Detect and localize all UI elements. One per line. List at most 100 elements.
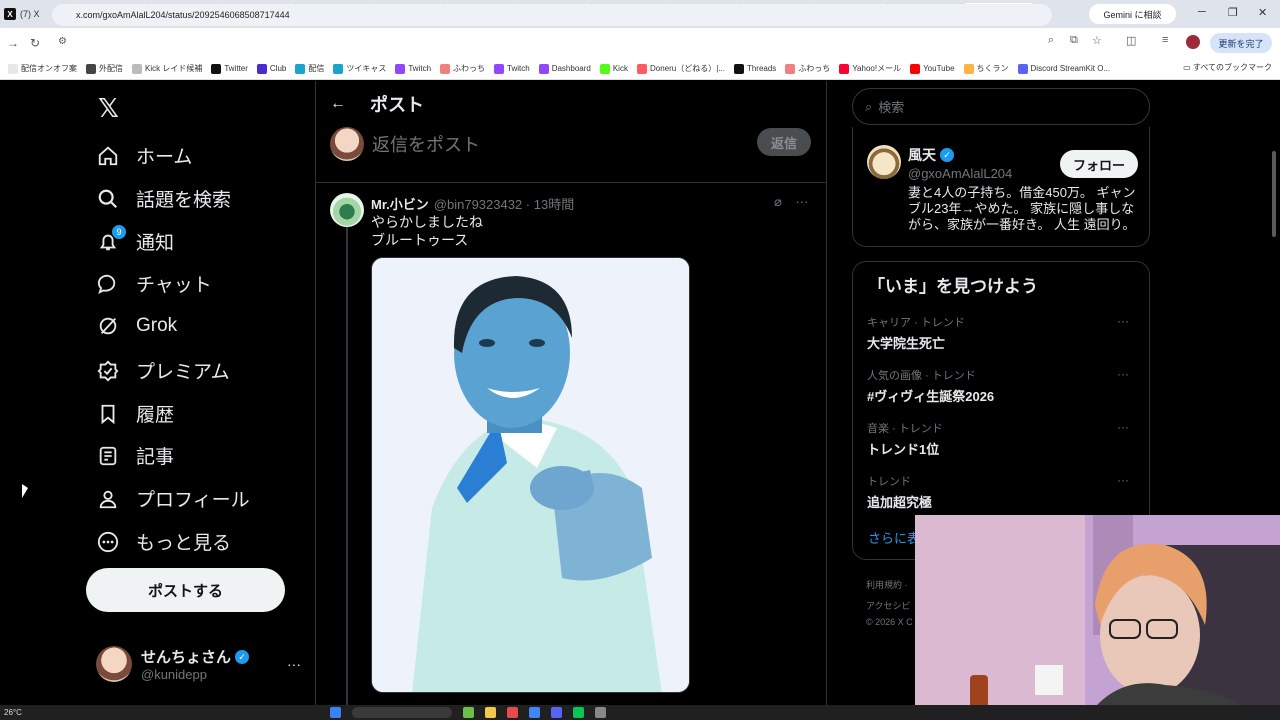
bookmark-label: ツイキャス <box>346 64 387 73</box>
bookmark-favicon-icon <box>785 63 796 74</box>
tweet-author-name[interactable]: Mr.小ビン <box>371 194 429 213</box>
follow-button[interactable]: フォロー <box>1060 150 1138 178</box>
bookmark-label: 外配信 <box>99 64 123 73</box>
bookmark-item[interactable]: Twitter <box>211 63 248 74</box>
nav-item-grok[interactable]: Grok <box>96 314 177 338</box>
profile-card-name-row: 風天 ✓ <box>908 145 954 165</box>
footer-link-terms[interactable]: 利用規約 · <box>866 578 908 591</box>
taskbar-search-icon[interactable] <box>352 707 452 718</box>
browser-profile-avatar[interactable] <box>1186 35 1200 49</box>
gemini-button[interactable]: Gemini に相談 <box>1089 4 1176 24</box>
bookmark-item[interactable]: Yahoo!メール <box>839 63 901 74</box>
site-info-icon[interactable]: ⚙ <box>58 36 67 47</box>
nav-item-more[interactable]: もっと見る <box>96 528 231 555</box>
tweet-meta: @bin79323432 · 13時間 <box>433 197 575 212</box>
bookmark-label: Kick レイド候補 <box>145 64 203 73</box>
grok-icon[interactable]: ⌀ <box>774 194 782 209</box>
bookmark-item[interactable]: Dashboard <box>538 63 591 74</box>
footer-link-accessibility[interactable]: アクセシビ <box>866 599 911 612</box>
bookmark-item[interactable]: Club <box>256 63 286 74</box>
nav-item-search[interactable]: 話題を検索 <box>96 185 231 212</box>
forward-icon[interactable]: → <box>2 36 24 50</box>
more-icon <box>96 530 120 554</box>
profile-card-avatar[interactable] <box>867 145 901 179</box>
trend-item[interactable]: 音楽 · トレンド トレンド1位 ··· <box>867 420 1137 458</box>
discord-icon[interactable] <box>551 707 562 718</box>
bookmark-item[interactable]: Kick <box>599 63 628 74</box>
bookmark-item[interactable]: ツイキャス <box>333 63 386 74</box>
nav-item-premium[interactable]: プレミアム <box>96 357 230 384</box>
trend-more-icon[interactable]: ··· <box>1117 473 1129 487</box>
trend-item[interactable]: キャリア · トレンド 大学院生死亡 ··· <box>867 314 1137 352</box>
trend-more-icon[interactable]: ··· <box>1117 367 1129 381</box>
weather-label[interactable]: 26°C <box>4 708 22 717</box>
minimize-icon[interactable]: ─ <box>1198 6 1206 18</box>
taskbar-app-icon[interactable] <box>507 707 518 718</box>
star-icon[interactable]: ☆ <box>1092 34 1102 47</box>
reply-button[interactable]: 返信 <box>757 128 811 156</box>
taskbar-app-icon[interactable] <box>463 707 474 718</box>
trend-more-icon[interactable]: ··· <box>1117 314 1129 328</box>
chrome-icon[interactable] <box>529 707 540 718</box>
tweet-text-line-1: やらかしましたね <box>371 214 483 230</box>
profile-card-name[interactable]: 風天 <box>908 145 936 165</box>
tweet-image-photo <box>372 258 689 692</box>
media-icon[interactable]: ≡ <box>1162 34 1168 46</box>
close-window-icon[interactable]: ✕ <box>1258 6 1267 19</box>
reload-icon[interactable]: ↻ <box>24 36 46 50</box>
account-switcher[interactable]: せんちょさん ✓ @kunidepp ··· <box>96 646 301 682</box>
line-icon[interactable] <box>573 707 584 718</box>
bookmark-item[interactable]: ふわっち <box>440 63 485 74</box>
nav-item-profile[interactable]: プロフィール <box>96 485 250 512</box>
bookmark-label: ちくラン <box>976 64 1009 73</box>
search-field[interactable]: ⌕ 検索 <box>852 88 1150 125</box>
nav-item-chat[interactable]: チャット <box>96 270 212 297</box>
scrollbar-thumb[interactable] <box>1272 151 1276 237</box>
account-more-icon[interactable]: ··· <box>287 656 301 672</box>
nav-item-bookmark[interactable]: 履歴 <box>96 400 174 427</box>
trend-more-icon[interactable]: ··· <box>1117 420 1129 434</box>
bookmark-item[interactable]: Threads <box>733 63 776 74</box>
install-icon[interactable]: ⧉ <box>1070 34 1078 47</box>
taskbar-app-icon[interactable] <box>595 707 606 718</box>
trends-title: 「いま」を見つけよう <box>868 277 1038 296</box>
tweet-author-avatar[interactable] <box>330 193 364 227</box>
bookmark-item[interactable]: ちくラン <box>963 63 1009 74</box>
bookmark-favicon-icon <box>733 63 744 74</box>
explorer-icon[interactable] <box>485 707 496 718</box>
show-more-link[interactable]: さらに表 <box>868 528 920 547</box>
bookmark-item[interactable]: ふわっち <box>785 63 830 74</box>
bookmark-item[interactable]: 外配信 <box>86 63 123 74</box>
all-bookmarks[interactable]: ▭ すべてのブックマーク <box>1183 62 1272 73</box>
bookmark-item[interactable]: Kick レイド候補 <box>132 63 202 74</box>
mouse-cursor-icon <box>22 484 28 498</box>
trend-category: 人気の画像 · トレンド <box>867 370 976 382</box>
bookmark-item[interactable]: 配信 <box>295 63 324 74</box>
tab-favicon-icon: X <box>4 8 16 20</box>
start-icon[interactable] <box>330 707 341 718</box>
trend-item[interactable]: 人気の画像 · トレンド #ヴィヴィ生誕祭2026 ··· <box>867 367 1137 405</box>
bookmark-item[interactable]: Twitch <box>395 63 431 74</box>
maximize-icon[interactable]: ❐ <box>1228 6 1238 19</box>
extensions-icon[interactable]: ◫ <box>1126 34 1136 47</box>
nav-item-bell[interactable]: 9 通知 <box>96 224 174 255</box>
bookmark-item[interactable]: Doneru（どねる）|... <box>636 63 725 74</box>
bookmark-item[interactable]: Discord StreamKit O... <box>1017 63 1110 74</box>
nav-item-home[interactable]: ホーム <box>96 142 192 169</box>
trend-name: #ヴィヴィ生誕祭2026 <box>867 389 995 404</box>
reply-input[interactable]: 返信をポスト <box>372 131 480 157</box>
tweet-image[interactable] <box>371 257 690 693</box>
url-field[interactable]: x.com/gxoAmAlalL204/status/2092546068508… <box>52 4 1052 26</box>
zoom-icon[interactable]: ⌕ <box>1048 34 1054 47</box>
x-logo-icon[interactable]: 𝕏 <box>98 93 119 124</box>
bookmark-item[interactable]: Twitch <box>494 63 530 74</box>
bookmark-item[interactable]: 配信オンオフ案 <box>8 63 77 74</box>
trend-item[interactable]: トレンド 追加超究極 ··· <box>867 473 1137 511</box>
bookmark-item[interactable]: YouTube <box>910 63 955 74</box>
nav-item-article[interactable]: 記事 <box>96 442 174 469</box>
update-button[interactable]: 更新を完了 <box>1210 33 1272 53</box>
trend-category: トレンド <box>867 476 911 488</box>
tweet-more-icon[interactable]: ··· <box>795 194 808 209</box>
post-button[interactable]: ポストする <box>86 568 285 612</box>
back-arrow-icon[interactable]: ← <box>330 95 346 113</box>
